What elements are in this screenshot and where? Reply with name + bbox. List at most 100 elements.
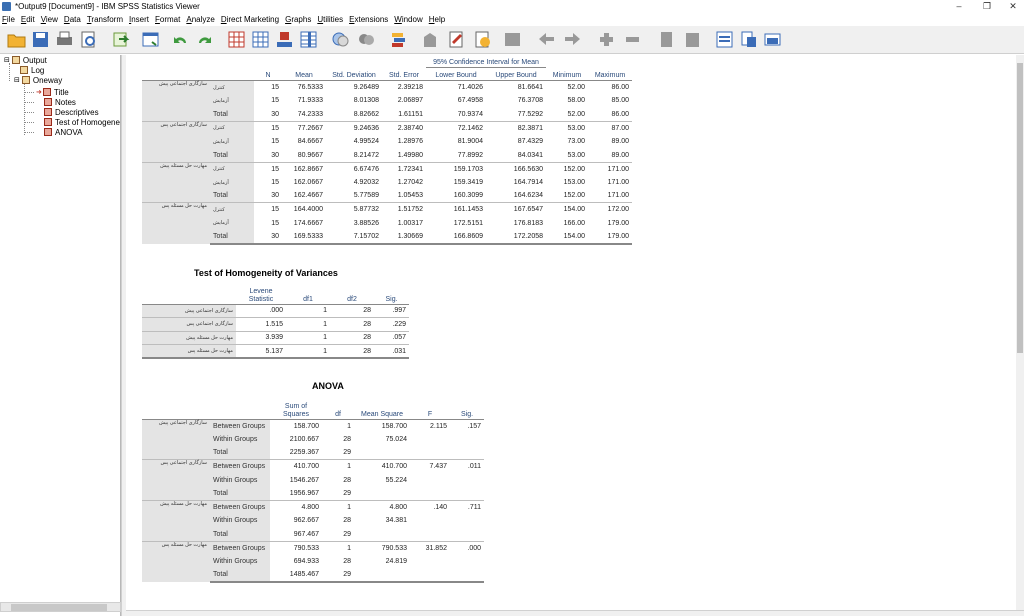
export-icon[interactable] [110, 29, 131, 50]
row-source-label: Between Groups [210, 540, 270, 555]
row-group-label: Total [210, 230, 254, 245]
row-group-label: Total [210, 148, 254, 163]
close-button[interactable]: ✕ [998, 0, 1024, 13]
save-icon[interactable] [30, 29, 51, 50]
value-cell: 2.39218 [382, 80, 426, 95]
show-icon[interactable] [656, 29, 677, 50]
print-preview-icon[interactable] [78, 29, 99, 50]
anova-table[interactable]: Sum of Squares df Mean Square F Sig. ساز… [142, 397, 484, 584]
value-cell: 171.00 [607, 192, 629, 200]
table-row: آزمایش 15 162.0667 4.92032 1.27042 159.3419 16… [142, 175, 632, 190]
scrollbar-thumb[interactable] [1017, 63, 1023, 353]
undo-icon[interactable] [170, 29, 191, 50]
row-source-label: Within Groups [210, 432, 270, 447]
table-row: آزمایش 15 174.6667 3.88526 1.00317 172.5151 17… [142, 216, 632, 231]
menu-graphs[interactable]: Graphs [283, 15, 315, 24]
value-cell: 410.700 [354, 459, 410, 474]
menu-insert[interactable]: Insert [127, 15, 153, 24]
value-cell: 4.92032 [353, 179, 379, 187]
dialog-recall-icon[interactable] [140, 29, 161, 50]
value-cell: 164.7914 [513, 179, 543, 187]
menu-window[interactable]: Window [392, 15, 426, 24]
value-cell: 77.8992 [457, 151, 483, 159]
row-source-label: Between Groups [210, 500, 270, 515]
expand-plus-icon[interactable] [596, 29, 617, 50]
value-cell [354, 487, 410, 501]
variables-icon[interactable] [298, 29, 319, 50]
col-header: Lower Bound [435, 72, 477, 80]
menu-analyze[interactable]: Analyze [184, 15, 218, 24]
outline-log[interactable]: Log [20, 65, 44, 75]
use-variable-sets-icon[interactable] [330, 29, 351, 50]
menu-file[interactable]: File [0, 15, 19, 24]
menu-view[interactable]: View [39, 15, 62, 24]
insert-output-icon[interactable] [714, 29, 735, 50]
menu-format[interactable]: Format [153, 15, 184, 24]
value-cell [410, 514, 450, 528]
row-source-label: Total [210, 446, 270, 460]
outline-descriptives[interactable]: Descriptives [44, 107, 99, 117]
menu-help[interactable]: Help [427, 15, 449, 24]
value-cell [410, 433, 450, 447]
designate-window-icon[interactable] [388, 29, 409, 50]
minimize-button[interactable]: – [944, 0, 974, 13]
value-cell: 790.533 [270, 540, 322, 555]
value-cell: .011 [450, 459, 484, 474]
promote-icon[interactable] [420, 29, 441, 50]
scrollbar-thumb[interactable] [11, 604, 107, 611]
insert-text-icon[interactable] [502, 29, 523, 50]
value-cell: 2.06897 [397, 97, 423, 105]
table-row: مهارت حل مسئله پیش 3.939 1 28.057 [142, 330, 409, 345]
goto-case-icon[interactable] [250, 29, 271, 50]
open-folder-icon[interactable] [6, 29, 27, 50]
menu-transform[interactable]: Transform [85, 15, 127, 24]
menu-extensions[interactable]: Extensions [347, 15, 392, 24]
outline-oneway[interactable]: ⊟ Oneway [14, 75, 62, 85]
back-arrow-icon[interactable] [536, 29, 557, 50]
log-icon [20, 66, 28, 74]
outline-output[interactable]: ⊟ Output [4, 55, 47, 65]
show-all-variables-icon[interactable] [356, 29, 377, 50]
row-variable-label: سازگاری اجتماعی پس [142, 120, 210, 163]
outline-test-of-homogeneity[interactable]: Test of Homogene [44, 117, 120, 127]
menu-utilities[interactable]: Utilities [315, 15, 347, 24]
value-cell: 3.939 [236, 330, 286, 345]
descriptives-table[interactable]: N Mean Std. Deviation Std. Error 95% Con… [142, 55, 632, 245]
outline-anova[interactable]: ANOVA [44, 127, 82, 137]
homogeneity-table[interactable]: Levene Statistic df1 df2 Sig. سازگاری اج… [142, 284, 409, 360]
insert-heading-icon[interactable] [446, 29, 467, 50]
print-output-icon[interactable] [762, 29, 783, 50]
value-cell: 75.024 [385, 435, 407, 443]
menu-edit[interactable]: Edit [19, 15, 39, 24]
value-cell: 28 [343, 435, 351, 443]
toolbar [0, 26, 1024, 54]
value-cell: 8.21472 [353, 151, 379, 159]
menu-data[interactable]: Data [62, 15, 85, 24]
forward-arrow-icon[interactable] [562, 29, 583, 50]
insert-chart-icon[interactable] [738, 29, 759, 50]
collapse-toggle-icon[interactable]: ⊟ [14, 76, 20, 84]
print-icon[interactable] [54, 29, 75, 50]
insert-title-icon[interactable] [472, 29, 493, 50]
row-source-label: Total [210, 568, 270, 584]
content-vertical-scrollbar[interactable] [1016, 55, 1024, 610]
value-cell: 89.00 [611, 151, 629, 159]
value-cell: 166.00 [563, 219, 585, 227]
hide-icon[interactable] [682, 29, 703, 50]
outline-horizontal-scrollbar[interactable] [0, 602, 121, 612]
table-icon [44, 128, 52, 136]
tree-connector [24, 102, 34, 103]
menu-direct-marketing[interactable]: Direct Marketing [219, 15, 283, 24]
table-row: مهارت حل مسئله پس Between Groups 790.533 1 7… [142, 540, 484, 583]
outline-notes[interactable]: Notes [44, 97, 76, 107]
goto-variable-icon[interactable] [274, 29, 295, 50]
outline-title[interactable]: ➜ Title [36, 87, 69, 97]
collapse-minus-icon[interactable] [622, 29, 643, 50]
collapse-toggle-icon[interactable]: ⊟ [4, 56, 10, 64]
value-cell: 1 [286, 317, 330, 332]
redo-icon[interactable] [194, 29, 215, 50]
value-cell: 30 [271, 110, 279, 118]
tree-connector [24, 83, 25, 135]
table-row: سازگاری اجتماعی پیش .000 1 28.997 [142, 303, 409, 318]
goto-data-icon[interactable] [226, 29, 247, 50]
